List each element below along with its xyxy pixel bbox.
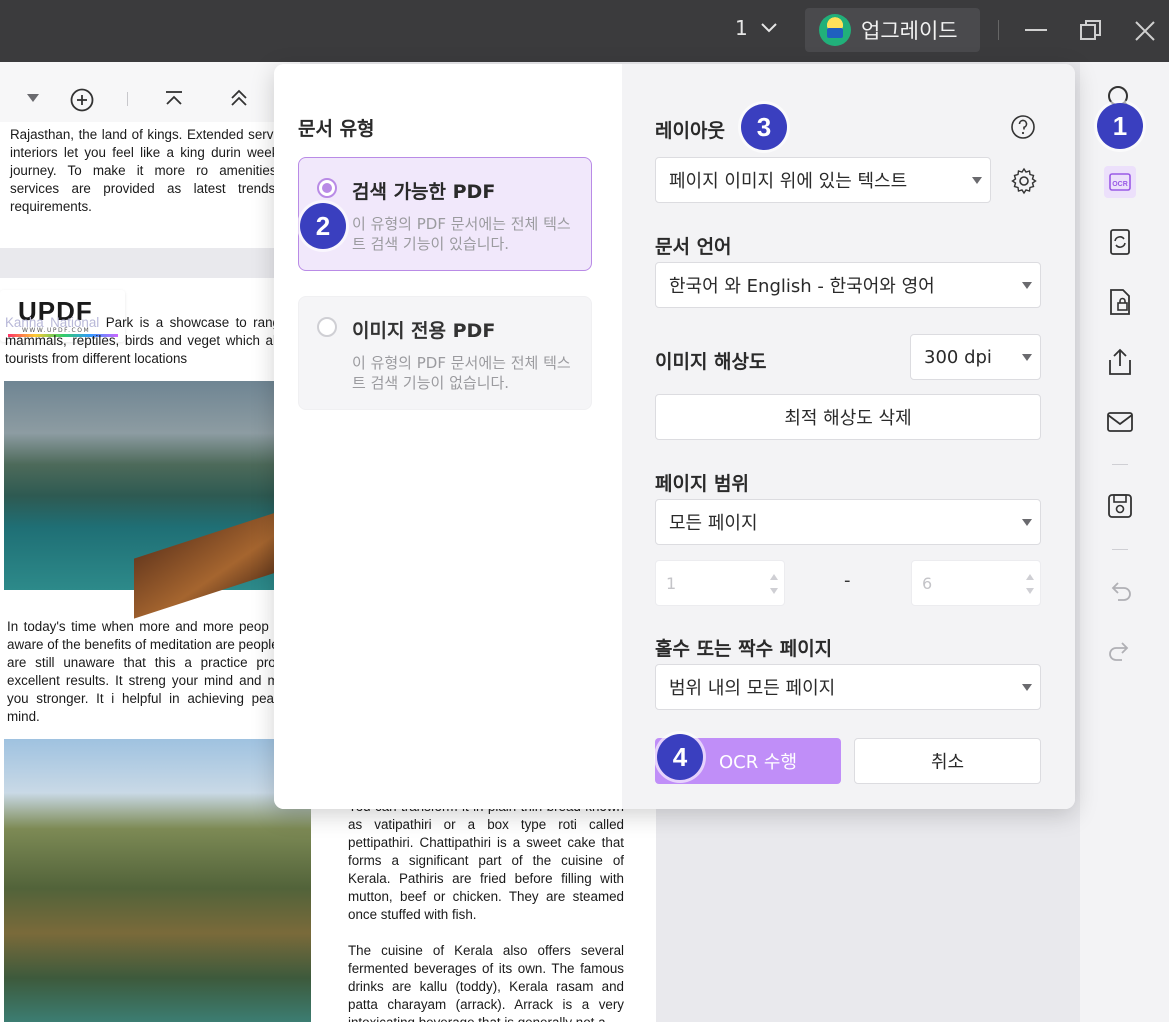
email-icon[interactable] bbox=[1104, 406, 1136, 438]
lake-photo bbox=[4, 381, 304, 619]
page-range-heading: 페이지 범위 bbox=[655, 473, 750, 495]
resolution-select[interactable]: 300 dpi bbox=[910, 334, 1041, 380]
ocr-tool-button[interactable]: OCR bbox=[1104, 166, 1136, 198]
titlebar-divider bbox=[998, 20, 999, 40]
ocr-settings-panel: 레이아웃 페이지 이미지 위에 있는 텍스트 문서 언어 한국어 와 Engli… bbox=[622, 64, 1075, 809]
caret-down-icon bbox=[1022, 282, 1032, 289]
first-page-icon[interactable] bbox=[229, 88, 249, 108]
close-icon[interactable] bbox=[1132, 18, 1158, 44]
document-type-panel: 문서 유형 검색 가능한 PDF 이 유형의 PDF 문서에는 전체 텍스트 검… bbox=[274, 64, 622, 809]
stepper-up-icon[interactable] bbox=[770, 574, 778, 580]
palm-photo bbox=[4, 739, 311, 1022]
step-badge-1: 1 bbox=[1097, 103, 1143, 149]
odd-even-pages-heading: 홀수 또는 짝수 페이지 bbox=[655, 638, 833, 660]
image-resolution-heading: 이미지 해상도 bbox=[655, 351, 767, 373]
avatar bbox=[819, 14, 851, 46]
document-paragraph: Kanha National Park is a showcase to ran… bbox=[5, 315, 305, 366]
document-paragraph: In today's time when more and more peop … bbox=[7, 619, 307, 724]
layout-heading: 레이아웃 bbox=[655, 120, 725, 142]
chevron-down-icon bbox=[761, 23, 777, 33]
dropdown-caret-icon[interactable] bbox=[27, 94, 39, 102]
radio-button-selected[interactable] bbox=[317, 178, 337, 198]
caret-down-icon bbox=[972, 177, 982, 184]
step-badge-3: 3 bbox=[741, 104, 787, 150]
redo-icon[interactable] bbox=[1104, 636, 1136, 668]
convert-icon[interactable] bbox=[1104, 226, 1136, 258]
caret-down-icon bbox=[1022, 354, 1032, 361]
stepper-down-icon[interactable] bbox=[770, 588, 778, 594]
document-language-heading: 문서 언어 bbox=[655, 236, 732, 258]
document-paragraph: Rajasthan, the land of kings. Extended s… bbox=[10, 127, 310, 214]
document-page: Rajasthan, the land of kings. Extended s… bbox=[0, 122, 310, 248]
range-dash: - bbox=[844, 570, 851, 591]
page-range-from-input[interactable]: 1 bbox=[655, 560, 785, 606]
restore-icon[interactable] bbox=[1078, 18, 1104, 44]
step-badge-2: 2 bbox=[300, 203, 346, 249]
gear-icon[interactable] bbox=[1010, 167, 1038, 195]
option-title: 이미지 전용 PDF bbox=[352, 320, 496, 342]
document-paragraph: You can transform it in plain thin bread… bbox=[348, 799, 624, 1022]
upgrade-label: 업그레이드 bbox=[861, 19, 958, 43]
odd-even-select[interactable]: 범위 내의 모든 페이지 bbox=[655, 664, 1041, 710]
radio-button[interactable] bbox=[317, 317, 337, 337]
previous-page-icon[interactable] bbox=[164, 90, 184, 108]
title-bar: 1 업그레이드 bbox=[0, 0, 1169, 62]
ocr-icon: OCR bbox=[1109, 173, 1131, 191]
language-select[interactable]: 한국어 와 English - 한국어와 영어 bbox=[655, 262, 1041, 308]
save-icon[interactable] bbox=[1104, 490, 1136, 522]
right-toolbar bbox=[1080, 62, 1169, 1022]
page-selector[interactable]: 1 bbox=[735, 16, 778, 40]
page-range-select[interactable]: 모든 페이지 bbox=[655, 499, 1041, 545]
upgrade-button[interactable]: 업그레이드 bbox=[805, 8, 980, 52]
document-type-heading: 문서 유형 bbox=[298, 118, 375, 140]
zoom-in-icon[interactable] bbox=[70, 88, 94, 112]
detect-optimal-resolution-button[interactable]: 최적 해상도 삭제 bbox=[655, 394, 1041, 440]
page-number: 1 bbox=[735, 16, 748, 40]
stepper-up-icon[interactable] bbox=[1026, 574, 1034, 580]
caret-down-icon bbox=[1022, 684, 1032, 691]
minimize-icon[interactable] bbox=[1023, 18, 1049, 44]
toolbar-divider bbox=[1112, 464, 1128, 465]
option-description: 이 유형의 PDF 문서에는 전체 텍스트 검색 기능이 있습니다. bbox=[352, 215, 571, 253]
image-only-pdf-option[interactable]: 이미지 전용 PDF 이 유형의 PDF 문서에는 전체 텍스트 검색 기능이 … bbox=[298, 296, 592, 410]
cancel-button[interactable]: 취소 bbox=[854, 738, 1041, 784]
share-icon[interactable] bbox=[1104, 346, 1136, 378]
protect-icon[interactable] bbox=[1104, 286, 1136, 318]
caret-down-icon bbox=[1022, 519, 1032, 526]
ocr-dialog: 문서 유형 검색 가능한 PDF 이 유형의 PDF 문서에는 전체 텍스트 검… bbox=[274, 64, 1075, 809]
stepper-down-icon[interactable] bbox=[1026, 588, 1034, 594]
toolbar-divider bbox=[127, 92, 128, 106]
option-title: 검색 가능한 PDF bbox=[352, 181, 496, 203]
help-icon[interactable] bbox=[1010, 114, 1036, 140]
step-badge-4: 4 bbox=[657, 734, 703, 780]
svg-text:OCR: OCR bbox=[1112, 181, 1128, 188]
option-description: 이 유형의 PDF 문서에는 전체 텍스트 검색 기능이 없습니다. bbox=[352, 354, 571, 392]
layout-select[interactable]: 페이지 이미지 위에 있는 텍스트 bbox=[655, 157, 991, 203]
undo-icon[interactable] bbox=[1104, 576, 1136, 608]
toolbar-divider bbox=[1112, 549, 1128, 550]
page-range-to-input[interactable]: 6 bbox=[911, 560, 1041, 606]
